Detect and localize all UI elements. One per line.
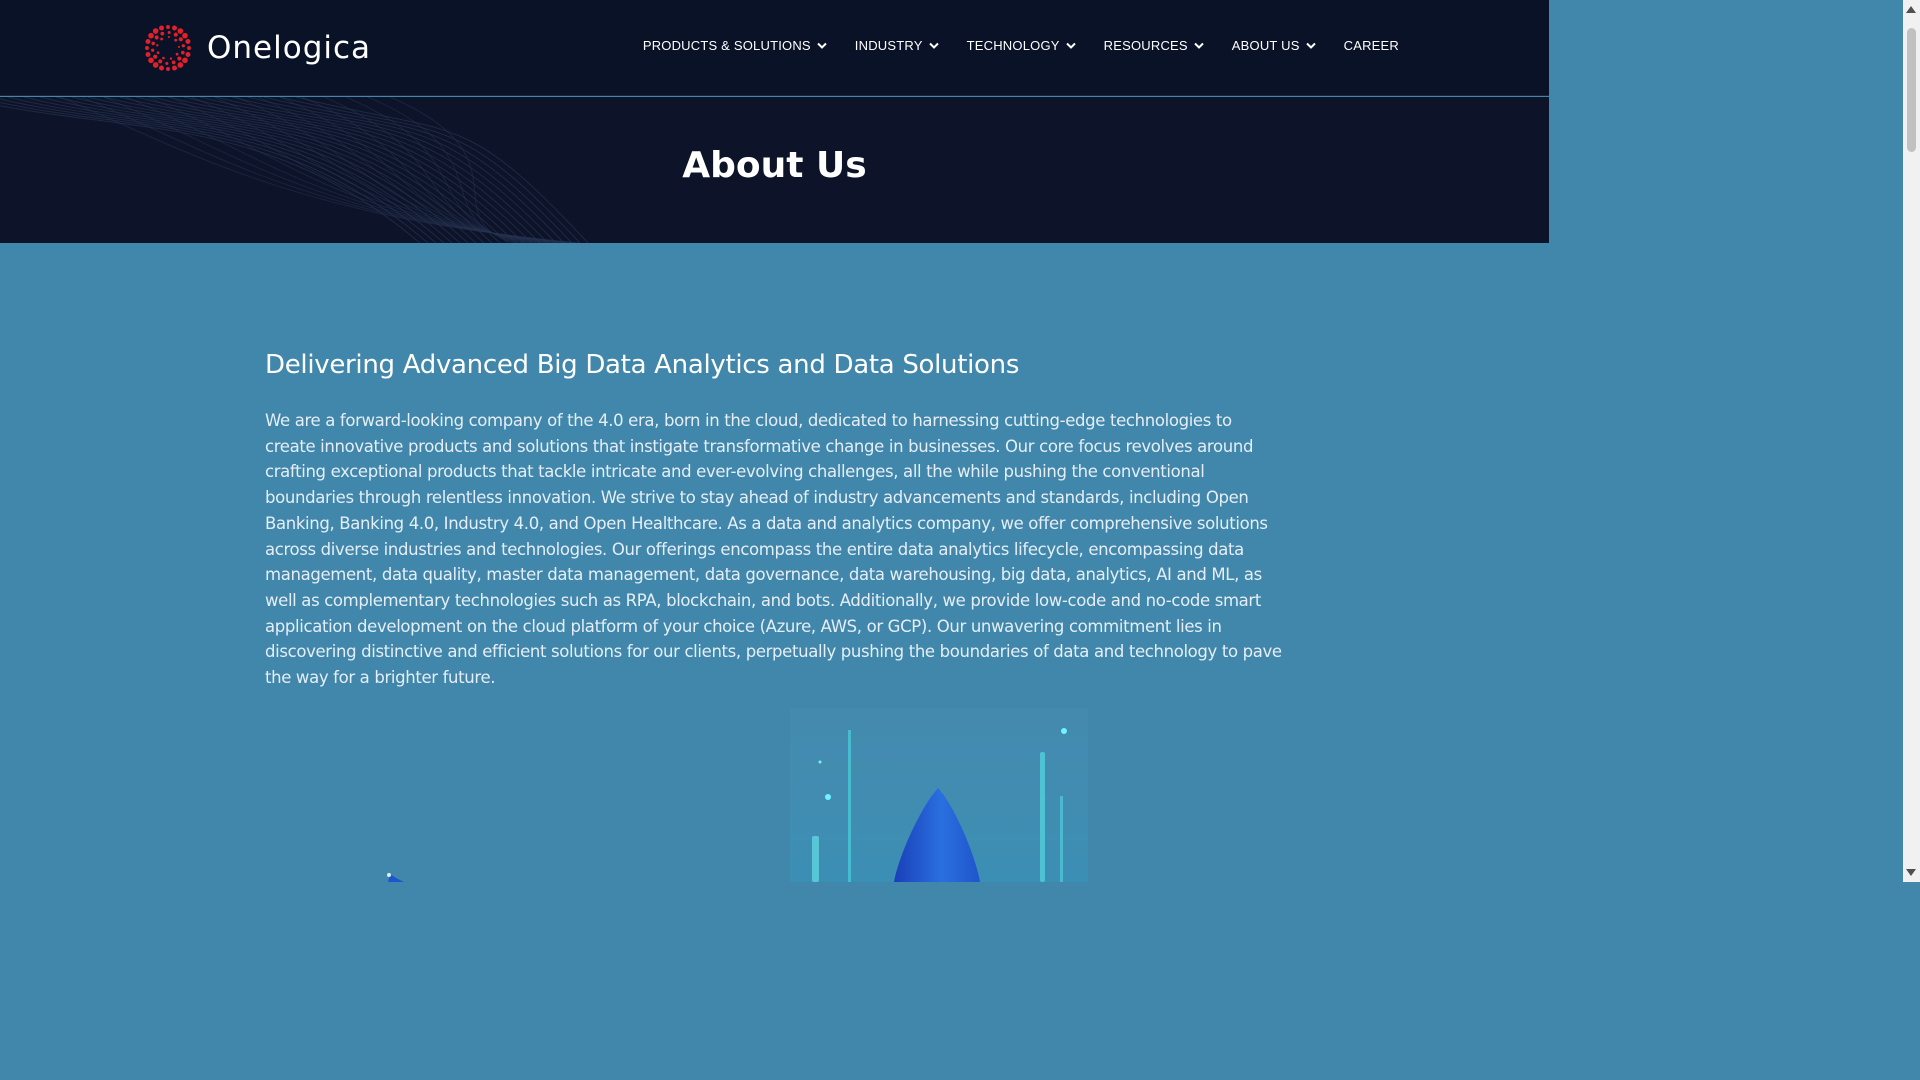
logo-dot bbox=[160, 31, 165, 36]
logo-dot bbox=[159, 65, 164, 71]
logo-dot bbox=[178, 37, 183, 42]
logo-dot bbox=[167, 31, 171, 35]
page: Onelogica PRODUCTS & SOLUTIONS INDUSTRY … bbox=[0, 0, 1549, 882]
logo-dot bbox=[158, 59, 163, 64]
logo-dot bbox=[172, 25, 177, 31]
scroll-up-arrow-icon[interactable] bbox=[1906, 6, 1916, 13]
chevron-down-icon bbox=[1065, 42, 1076, 49]
chevron-down-icon bbox=[817, 42, 827, 49]
small-decoration bbox=[387, 873, 404, 882]
logo-dot bbox=[187, 46, 191, 50]
chevron-down-icon bbox=[1305, 42, 1316, 49]
nav-item-about-us[interactable]: ABOUT US bbox=[1232, 38, 1316, 53]
nav-item-label: PRODUCTS & SOLUTIONS bbox=[642, 38, 811, 53]
nav-item-label: TECHNOLOGY bbox=[966, 38, 1060, 53]
logo-icon bbox=[145, 25, 191, 71]
logo-dot bbox=[154, 35, 159, 40]
logo-dot bbox=[182, 57, 188, 64]
site-header: Onelogica PRODUCTS & SOLUTIONS INDUSTRY … bbox=[0, 0, 1549, 96]
about-paragraph: We are a forward-looking company of the … bbox=[265, 411, 1282, 688]
logo-dot bbox=[185, 39, 191, 44]
nav-item-resources[interactable]: RESOURCES bbox=[1104, 38, 1204, 53]
chevron-down-icon bbox=[1194, 42, 1204, 49]
logo-dot bbox=[177, 45, 181, 48]
logo-dot bbox=[181, 50, 185, 55]
nav-item-technology[interactable]: TECHNOLOGY bbox=[967, 38, 1076, 53]
logo-dot bbox=[159, 25, 164, 31]
logo-dot bbox=[173, 32, 178, 37]
logo-dot bbox=[167, 35, 170, 39]
nav-item-label: INDUSTRY bbox=[854, 38, 923, 53]
chevron-down-icon bbox=[928, 42, 939, 49]
vertical-scrollbar[interactable] bbox=[1903, 0, 1920, 882]
nav-item-label: ABOUT US bbox=[1231, 38, 1300, 53]
logo-dot bbox=[148, 57, 154, 64]
about-content: Delivering Advanced Big Data Analytics a… bbox=[265, 350, 1285, 691]
nav-item-industry[interactable]: INDUSTRY bbox=[855, 38, 939, 53]
logo-dot bbox=[171, 60, 176, 65]
logo-dot bbox=[160, 37, 163, 41]
page-title: About Us bbox=[682, 145, 867, 186]
nav-item-products-solutions[interactable]: PRODUCTS & SOLUTIONS bbox=[643, 38, 827, 53]
main-nav: PRODUCTS & SOLUTIONS INDUSTRY TECHNOLOGY… bbox=[643, 38, 1399, 53]
logo-dot bbox=[145, 52, 151, 57]
logo-dot bbox=[182, 32, 188, 39]
nav-item-career[interactable]: CAREER bbox=[1344, 38, 1399, 53]
logo-dot bbox=[177, 28, 184, 34]
logo-dot bbox=[177, 62, 184, 68]
logo-dot bbox=[145, 46, 149, 50]
logo-dot bbox=[151, 41, 155, 46]
nav-item-label: RESOURCES bbox=[1103, 38, 1188, 53]
logo-dot bbox=[165, 61, 169, 65]
logo-dot bbox=[151, 48, 155, 52]
page-banner: About Us bbox=[0, 97, 1549, 243]
scroll-thumb[interactable] bbox=[1907, 28, 1916, 152]
brand-name: Onelogica bbox=[207, 30, 372, 66]
nav-item-label: CAREER bbox=[1343, 38, 1399, 53]
logo-dot bbox=[153, 54, 158, 59]
logo-dot bbox=[145, 39, 151, 44]
scroll-down-arrow-icon[interactable] bbox=[1906, 869, 1916, 876]
rocket-illustration bbox=[790, 708, 1088, 882]
logo-dot bbox=[162, 56, 165, 60]
logo-dot bbox=[177, 56, 182, 61]
logo-dot bbox=[169, 57, 173, 60]
section-heading: Delivering Advanced Big Data Analytics a… bbox=[265, 350, 1020, 380]
logo-dot bbox=[174, 38, 178, 42]
logo-dot bbox=[152, 62, 159, 68]
logo-dot bbox=[156, 44, 159, 47]
logo-dot bbox=[185, 52, 191, 57]
logo-dot bbox=[175, 52, 179, 56]
logo-dot bbox=[152, 28, 159, 34]
logo-dot bbox=[156, 51, 160, 55]
logo-dot bbox=[166, 25, 170, 29]
logo-dot bbox=[181, 44, 185, 48]
logo-dot bbox=[166, 67, 170, 71]
logo-dot bbox=[148, 32, 154, 39]
logo-dot bbox=[172, 65, 177, 71]
logo-link[interactable]: Onelogica bbox=[143, 23, 371, 73]
